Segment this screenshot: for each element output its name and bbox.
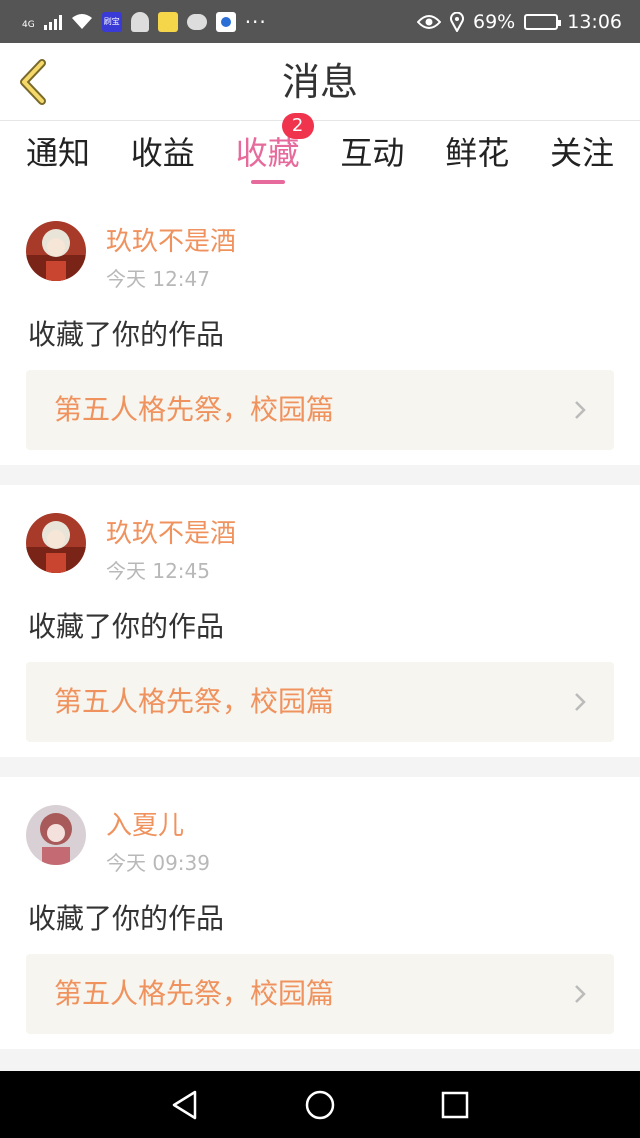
wifi-icon bbox=[71, 13, 92, 29]
chevron-right-icon bbox=[575, 693, 586, 711]
status-bar-left: 4G 刷宝 ··· bbox=[22, 10, 267, 34]
qq-icon bbox=[130, 11, 149, 32]
avatar[interactable] bbox=[26, 513, 86, 573]
action-text: 收藏了你的作品 bbox=[28, 610, 225, 643]
tab-label: 通知 bbox=[26, 134, 91, 172]
avatar[interactable] bbox=[26, 221, 86, 281]
battery-percent: 69% bbox=[473, 10, 516, 33]
status-bar-right: 69% 13:06 bbox=[417, 11, 622, 33]
location-icon bbox=[450, 11, 464, 32]
tab-interaction[interactable]: 互动 bbox=[340, 121, 404, 193]
back-button[interactable] bbox=[14, 59, 54, 105]
battery-icon bbox=[524, 13, 562, 30]
page-title: 消息 bbox=[281, 60, 358, 104]
network-type: 4G bbox=[22, 19, 35, 30]
message-icon bbox=[186, 13, 207, 30]
circle-home-icon bbox=[305, 1090, 335, 1119]
timestamp: 今天 12:47 bbox=[106, 267, 210, 291]
status-bar: 4G 刷宝 ··· 69% 13:06 bbox=[0, 0, 640, 43]
square-recents-icon bbox=[441, 1091, 469, 1118]
tab-flowers[interactable]: 鲜花 bbox=[445, 121, 509, 193]
username[interactable]: 入夏儿 bbox=[106, 805, 184, 842]
work-link[interactable]: 第五人格先祭，校园篇 bbox=[26, 662, 614, 742]
app-header: 消息 bbox=[0, 43, 640, 121]
clock: 13:06 bbox=[567, 10, 622, 33]
app-icon bbox=[215, 11, 236, 32]
system-nav-bar bbox=[0, 1071, 640, 1138]
notification-list: 玖玖不是酒 今天 12:47 收藏了你的作品 第五人格先祭，校园篇 玖玖不是酒 … bbox=[0, 193, 640, 1069]
notification-card: 玖玖不是酒 今天 12:47 收藏了你的作品 第五人格先祭，校园篇 bbox=[0, 193, 640, 465]
nav-recents-button[interactable] bbox=[435, 1085, 475, 1125]
chevron-left-icon bbox=[20, 59, 46, 105]
work-title: 第五人格先祭，校园篇 bbox=[54, 977, 335, 1010]
action-text: 收藏了你的作品 bbox=[28, 318, 225, 351]
username[interactable]: 玖玖不是酒 bbox=[106, 221, 236, 258]
eye-icon bbox=[417, 14, 441, 29]
chevron-right-icon bbox=[575, 401, 586, 419]
tab-favorites[interactable]: 收藏 2 bbox=[235, 113, 314, 193]
notification-card: 入夏儿 今天 09:39 收藏了你的作品 第五人格先祭，校园篇 bbox=[0, 777, 640, 1049]
tab-label: 收益 bbox=[130, 134, 195, 172]
work-link[interactable]: 第五人格先祭，校园篇 bbox=[26, 370, 614, 450]
tab-label: 收藏 bbox=[235, 134, 300, 172]
timestamp: 今天 12:45 bbox=[106, 559, 210, 583]
tab-label: 关注 bbox=[549, 134, 614, 172]
mascot-icon bbox=[157, 11, 178, 32]
tab-earnings[interactable]: 收益 bbox=[131, 121, 195, 193]
triangle-back-icon bbox=[172, 1090, 197, 1119]
username[interactable]: 玖玖不是酒 bbox=[106, 513, 236, 550]
avatar[interactable] bbox=[26, 805, 86, 865]
more-dots-icon: ··· bbox=[244, 9, 267, 34]
nav-back-button[interactable] bbox=[165, 1085, 205, 1125]
tab-bar: 通知 收益 收藏 2 互动 鲜花 关注 bbox=[0, 113, 640, 193]
unread-badge: 2 bbox=[281, 113, 314, 139]
work-title: 第五人格先祭，校园篇 bbox=[54, 685, 335, 718]
signal-icon bbox=[43, 14, 62, 30]
tab-label: 互动 bbox=[340, 134, 405, 172]
action-text: 收藏了你的作品 bbox=[28, 902, 225, 935]
work-link[interactable]: 第五人格先祭，校园篇 bbox=[26, 954, 614, 1034]
app-badge-icon: 刷宝 bbox=[101, 11, 122, 32]
tab-follow[interactable]: 关注 bbox=[550, 121, 614, 193]
timestamp: 今天 09:39 bbox=[106, 851, 210, 875]
chevron-right-icon bbox=[575, 985, 586, 1003]
notification-card: 玖玖不是酒 今天 12:45 收藏了你的作品 第五人格先祭，校园篇 bbox=[0, 485, 640, 757]
tab-notice[interactable]: 通知 bbox=[26, 121, 90, 193]
work-title: 第五人格先祭，校园篇 bbox=[54, 393, 335, 426]
tab-label: 鲜花 bbox=[445, 134, 510, 172]
nav-home-button[interactable] bbox=[300, 1085, 340, 1125]
